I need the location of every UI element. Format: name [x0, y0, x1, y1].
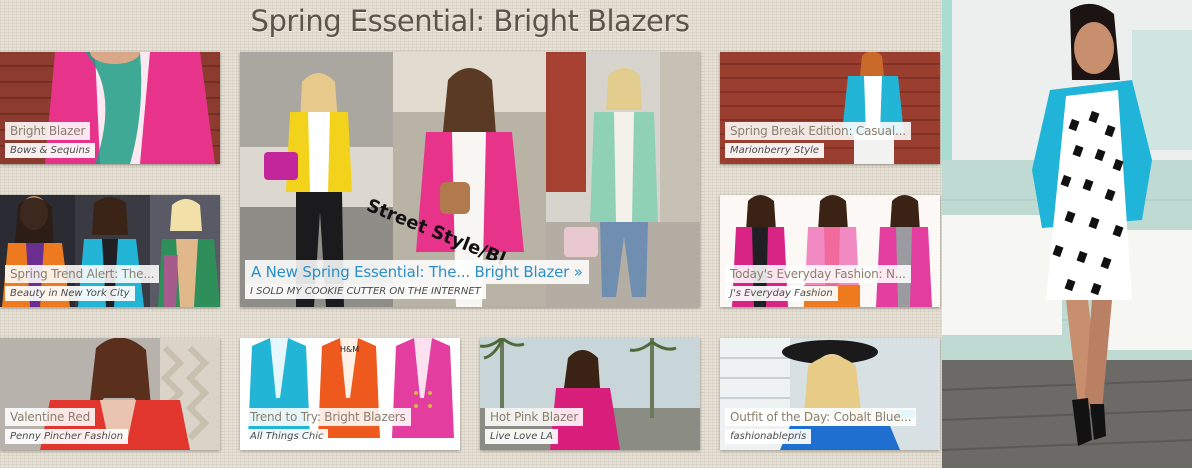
tile-source: Penny Pincher Fashion: [5, 429, 129, 444]
tile-title: Valentine Red: [5, 408, 95, 426]
tile-source: J's Everyday Fashion: [725, 286, 838, 301]
tile-bright-blazer[interactable]: Bright Blazer Bows & Sequins: [0, 52, 220, 164]
tile-title: Hot Pink Blazer: [485, 408, 584, 426]
tile-source: Beauty in New York City: [5, 286, 135, 301]
tile-valentine-red[interactable]: Valentine Red Penny Pincher Fashion: [0, 338, 220, 450]
tile-title: Outfit of the Day: Cobalt Blue...: [725, 408, 917, 426]
tile-source: Live Love LA: [485, 429, 558, 444]
tile-title: Bright Blazer: [5, 122, 91, 140]
tile-source: All Things Chic: [245, 429, 329, 444]
tile-todays-everyday-fashion[interactable]: Today's Everyday Fashion: N... J's Every…: [720, 195, 940, 307]
tile-spring-break-edition[interactable]: Spring Break Edition: Casual... Marionbe…: [720, 52, 940, 164]
hero-photo: [942, 0, 1192, 468]
tile-hot-pink-blazer[interactable]: Hot Pink Blazer Live Love LA: [480, 338, 700, 450]
tile-title: Today's Everyday Fashion: N...: [725, 265, 911, 283]
tile-title: Spring Break Edition: Casual...: [725, 122, 911, 140]
tile-source: fashionablepris: [725, 429, 812, 444]
tile-source: Marionberry Style: [725, 143, 825, 158]
tile-featured-street-style[interactable]: Street Style/Bl A New Spring Essential: …: [240, 52, 700, 307]
tile-source: Bows & Sequins: [5, 143, 96, 158]
page-title: Spring Essential: Bright Blazers: [250, 4, 690, 38]
tile-title: Trend to Try: Bright Blazers: [245, 408, 411, 426]
hero-image: [942, 0, 1192, 468]
tile-title: A New Spring Essential: The... Bright Bl…: [245, 260, 589, 284]
svg-text:H&M: H&M: [340, 345, 359, 354]
tile-trend-to-try[interactable]: H&M Trend to Try: Bright Blazers All Thi…: [240, 338, 460, 450]
tile-title: Spring Trend Alert: The...: [5, 265, 160, 283]
tile-spring-trend-alert[interactable]: Spring Trend Alert: The... Beauty in New…: [0, 195, 220, 307]
tile-outfit-of-the-day[interactable]: Outfit of the Day: Cobalt Blue... fashio…: [720, 338, 940, 450]
tile-source: I SOLD MY COOKIE CUTTER ON THE INTERNET: [245, 284, 486, 299]
